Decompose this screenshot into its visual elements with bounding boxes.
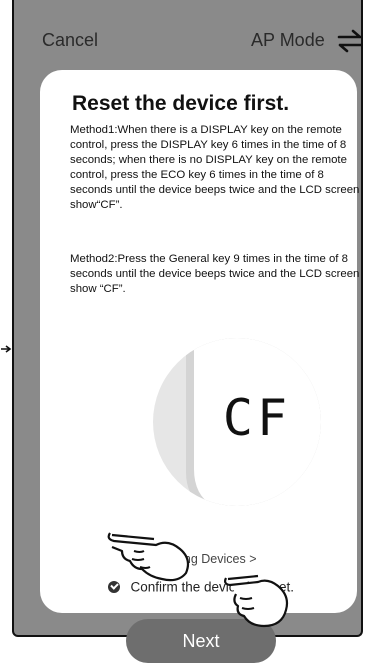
method1-text: Method1:When there is a DISPLAY key on t… xyxy=(70,124,360,211)
pointing-hand-icon xyxy=(224,574,289,628)
arrow-right-icon xyxy=(1,345,12,353)
lcd-display-illustration: CF xyxy=(153,338,321,506)
ap-mode-label: AP Mode xyxy=(251,30,325,50)
method2-text: Method2:Press the General key 9 times in… xyxy=(70,253,360,295)
pointing-hand-icon xyxy=(107,532,190,582)
cancel-button[interactable]: Cancel xyxy=(42,30,98,51)
lcd-display-text: CF xyxy=(223,389,291,447)
top-bar: Cancel AP Mode xyxy=(14,28,364,58)
page-title: Reset the device first. xyxy=(72,92,290,115)
swap-arrows-icon[interactable] xyxy=(336,28,364,54)
